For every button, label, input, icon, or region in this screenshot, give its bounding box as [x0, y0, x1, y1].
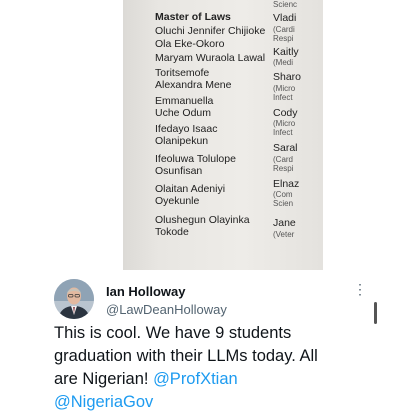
- tweet-line: graduation with their LLMs today. All: [54, 347, 318, 365]
- graduate-name: Oluchi Jennifer Chijioke: [155, 24, 266, 37]
- graduate-name: Tokode: [155, 225, 189, 238]
- tweet-line: @NigeriaGov: [54, 391, 384, 414]
- right-column-text: Infect: [273, 92, 293, 102]
- right-column-names: Scienc Vladi (Cardi Respi Kaitly (Medi S…: [273, 0, 323, 239]
- graduate-name: Olaitan Adeniyi: [155, 183, 226, 195]
- mention-link[interactable]: @ProfXtian: [153, 370, 238, 388]
- right-column-text: (Micro: [273, 119, 296, 128]
- graduate-name: Oyekunle: [155, 194, 200, 207]
- author-avatar[interactable]: [54, 279, 94, 319]
- llm-graduate-list: Master of Laws Oluchi Jennifer Chijioke …: [155, 11, 266, 238]
- section-heading: Master of Laws: [155, 11, 231, 23]
- graduate-name: Emmanuella: [155, 95, 214, 107]
- mention-link[interactable]: @NigeriaGov: [54, 393, 153, 411]
- graduate-name: Uche Odum: [155, 106, 212, 119]
- graduate-name: Olushegun Olayinka: [155, 214, 250, 226]
- program-page: Master of Laws Oluchi Jennifer Chijioke …: [123, 0, 323, 270]
- graduate-name: Alexandra Mene: [155, 78, 232, 91]
- right-column-text: Saral: [273, 142, 298, 154]
- right-column-text: (Medi: [273, 58, 294, 67]
- right-column-text: Infect: [273, 128, 293, 137]
- right-column-text: (Card: [273, 154, 294, 164]
- tweet-text: This is cool. We have 9 students graduat…: [54, 322, 384, 414]
- graduate-name: Ifeoluwa Tolulope: [155, 153, 236, 165]
- graduate-name: Ola Eke-Okoro: [155, 38, 225, 50]
- graduate-name: Maryam Wuraola Lawal: [155, 51, 266, 64]
- right-column-text: Cody: [273, 106, 298, 119]
- right-column-text: Scienc: [273, 0, 298, 9]
- graduate-name: Toritsemofe: [155, 67, 210, 79]
- right-column-text: Elnaz: [273, 177, 300, 190]
- author-name[interactable]: Ian Holloway: [106, 284, 185, 299]
- more-dots-icon[interactable]: ⋮: [353, 281, 367, 298]
- right-column-text: Respi: [273, 33, 294, 43]
- graduate-name: Osunfisan: [155, 164, 203, 177]
- right-column-text: Jane: [273, 217, 296, 229]
- right-column-text: (Micro: [273, 83, 296, 93]
- right-column-text: (Veter: [273, 229, 295, 239]
- right-column-text: Respi: [273, 163, 294, 173]
- scrollbar[interactable]: [374, 302, 377, 324]
- right-column-text: Sharo: [273, 71, 302, 83]
- graduate-name: Olanipekun: [155, 134, 209, 147]
- right-column-text: (Cardi: [273, 24, 295, 34]
- right-column-text: Kaitly: [273, 45, 299, 58]
- program-photo[interactable]: Master of Laws Oluchi Jennifer Chijioke …: [0, 0, 420, 270]
- author-handle[interactable]: @LawDeanHolloway: [106, 302, 227, 317]
- right-column-text: Scien: [273, 199, 294, 208]
- avatar-portrait-icon: [54, 279, 94, 319]
- tweet-line-text: are Nigerian!: [54, 370, 149, 388]
- tweet-line: are Nigerian! @ProfXtian: [54, 368, 384, 391]
- right-column-text: (Com: [273, 190, 293, 199]
- right-column-text: Vladi: [273, 12, 297, 24]
- tweet-line: This is cool. We have 9 students: [54, 324, 292, 342]
- graduate-name: Ifedayo Isaac: [155, 123, 218, 135]
